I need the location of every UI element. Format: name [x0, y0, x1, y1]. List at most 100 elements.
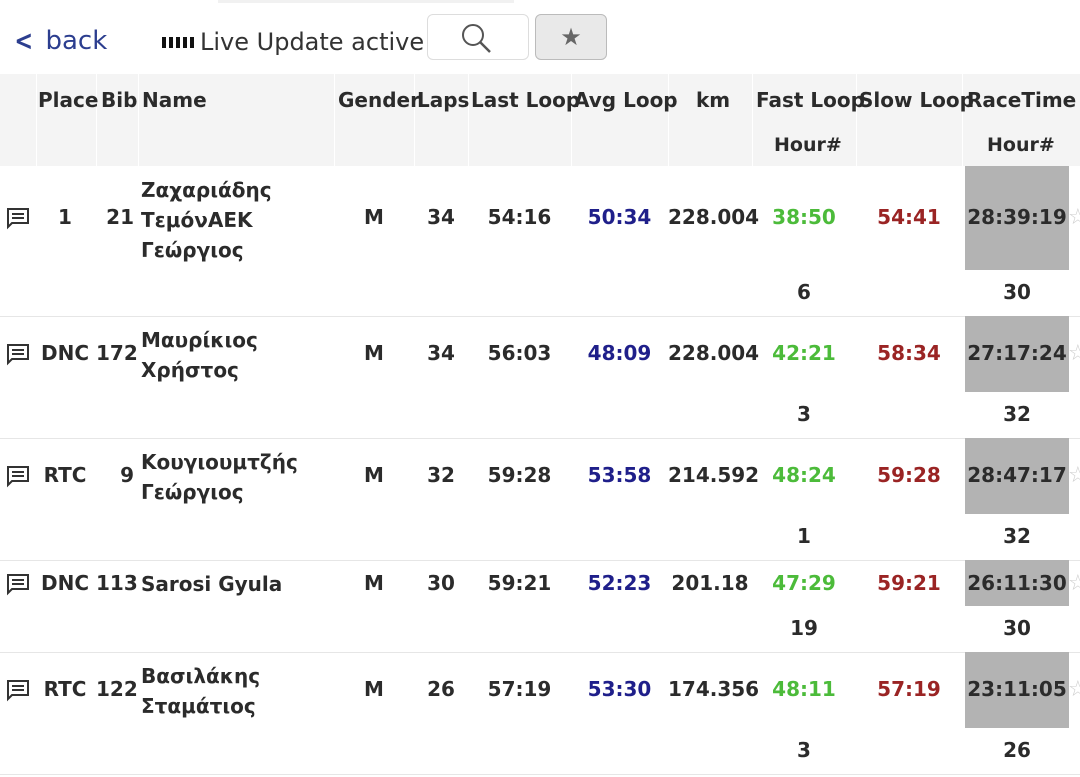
runner-name-line: Μαυρίκιος	[141, 328, 258, 352]
header-last-loop[interactable]: Last Loop	[471, 88, 580, 112]
header-race-time[interactable]: RaceTime	[967, 88, 1076, 112]
race-time-highlight: 28:39:19	[965, 166, 1069, 270]
cell-last-loop: 59:21	[487, 571, 552, 595]
cell-fast-hour: 1	[797, 524, 811, 548]
cell-laps: 32	[427, 463, 455, 487]
race-time-highlight: 27:17:24	[965, 316, 1069, 392]
cell-race-time: 28:47:17	[967, 463, 1067, 487]
search-button[interactable]	[427, 14, 529, 60]
runner-name-line: Γεώργιος	[141, 238, 244, 262]
header-bib[interactable]: Bib	[101, 88, 137, 112]
cell-place: RTC	[43, 463, 87, 487]
runner-name-line: Κουγιουμτζής	[141, 450, 298, 474]
cell-place: DNC	[40, 341, 90, 365]
star-icon[interactable]: ☆	[1068, 341, 1080, 366]
race-time-highlight: 23:11:05	[965, 652, 1069, 728]
runner-name-line: Χρήστος	[141, 358, 239, 382]
table-row[interactable]: RTC 122 Βασιλάκης Σταμάτιος M 26 57:19 53…	[0, 652, 1080, 775]
top-divider	[218, 0, 514, 3]
cell-race-time: 23:11:05	[967, 677, 1067, 701]
cell-gender: M	[364, 205, 384, 229]
cell-race-hour: 30	[1003, 280, 1031, 304]
cell-bib: 113	[96, 571, 138, 595]
runner-name-line: Sarosi Gyula	[141, 572, 283, 596]
chevron-left-icon: <	[14, 24, 34, 57]
runner-name-line: Βασιλάκης	[141, 664, 261, 688]
message-icon[interactable]	[6, 206, 30, 230]
message-icon[interactable]	[6, 342, 30, 366]
header-fast-loop[interactable]: Fast Loop	[756, 88, 865, 112]
cell-bib: 122	[96, 677, 138, 701]
header-avg-loop[interactable]: Avg Loop	[574, 88, 678, 112]
cell-gender: M	[364, 571, 384, 595]
header-fast-hour: Hour#	[774, 134, 842, 156]
cell-slow-loop: 59:21	[877, 571, 941, 595]
runner-name-line: Γεώργιος	[141, 480, 244, 504]
race-time-highlight: 28:47:17	[965, 438, 1069, 514]
cell-bib: 9	[120, 463, 134, 487]
table-row[interactable]: RTC 9 Κουγιουμτζής Γεώργιος M 32 59:28 53…	[0, 438, 1080, 561]
cell-fast-loop: 48:11	[772, 677, 836, 701]
star-icon[interactable]: ☆	[1068, 571, 1080, 596]
cell-race-hour: 30	[1003, 616, 1031, 640]
message-icon[interactable]	[6, 464, 30, 488]
cell-fast-hour: 3	[797, 402, 811, 426]
table-row[interactable]: DNC 172 Μαυρίκιος Χρήστος M 34 56:03 48:0…	[0, 316, 1080, 439]
cell-last-loop: 56:03	[487, 341, 552, 365]
header-race-hour: Hour#	[987, 134, 1055, 156]
table-row[interactable]: DNC 113 Sarosi Gyula M 30 59:21 52:23 20…	[0, 560, 1080, 653]
table-row[interactable]: 1 21 Ζαχαριάδης ΤεμόνΑΕΚ Γεώργιος M 34 54:…	[0, 166, 1080, 317]
cell-avg-loop: 50:34	[587, 205, 652, 229]
header-name[interactable]: Name	[142, 88, 207, 112]
header-gender[interactable]: Gender	[338, 88, 420, 112]
cell-race-hour: 32	[1003, 524, 1031, 548]
cell-avg-loop: 52:23	[587, 571, 652, 595]
cell-slow-loop: 57:19	[877, 677, 941, 701]
race-time-highlight: 26:11:30	[965, 560, 1069, 606]
cell-laps: 34	[427, 341, 455, 365]
message-icon[interactable]	[6, 678, 30, 702]
header-laps[interactable]: Laps	[417, 88, 469, 112]
star-icon[interactable]: ☆	[1068, 205, 1080, 230]
header-slow-loop[interactable]: Slow Loop	[859, 88, 974, 112]
star-icon[interactable]: ☆	[1068, 677, 1080, 702]
cell-race-time: 26:11:30	[967, 571, 1067, 595]
cell-name[interactable]: Μαυρίκιος Χρήστος	[141, 325, 258, 385]
cell-name[interactable]: Ζαχαριάδης ΤεμόνΑΕΚ Γεώργιος	[141, 175, 272, 265]
cell-fast-loop: 38:50	[772, 205, 836, 229]
cell-place: DNC	[40, 571, 90, 595]
favorite-button[interactable]: ★	[535, 14, 607, 60]
top-bar: < back Live Update active ★	[0, 0, 612, 75]
cell-place: 1	[58, 205, 72, 229]
star-icon[interactable]: ☆	[1068, 463, 1080, 488]
cell-avg-loop: 53:30	[587, 677, 652, 701]
cell-gender: M	[364, 463, 384, 487]
header-km[interactable]: km	[696, 88, 730, 112]
cell-km: 214.592	[668, 463, 760, 487]
cell-last-loop: 59:28	[487, 463, 552, 487]
cell-fast-loop: 48:24	[772, 463, 836, 487]
signal-bars-icon	[162, 36, 194, 48]
cell-name[interactable]: Κουγιουμτζής Γεώργιος	[141, 447, 298, 507]
cell-gender: M	[364, 341, 384, 365]
header-place[interactable]: Place	[38, 88, 98, 112]
back-label: back	[45, 25, 108, 56]
star-icon: ★	[560, 23, 582, 51]
cell-laps: 34	[427, 205, 455, 229]
cell-km: 174.356	[668, 677, 760, 701]
cell-race-hour: 26	[1003, 738, 1031, 762]
cell-name[interactable]: Sarosi Gyula	[141, 569, 282, 599]
cell-name[interactable]: Βασιλάκης Σταμάτιος	[141, 661, 260, 721]
cell-km: 201.18	[671, 571, 749, 595]
cell-km: 228.004	[668, 341, 760, 365]
cell-bib: 172	[96, 341, 138, 365]
cell-km: 228.004	[668, 205, 760, 229]
cell-gender: M	[364, 677, 384, 701]
cell-last-loop: 57:19	[487, 677, 552, 701]
cell-avg-loop: 53:58	[587, 463, 652, 487]
cell-slow-loop: 58:34	[877, 341, 941, 365]
back-button[interactable]: < back	[12, 24, 107, 57]
cell-slow-loop: 59:28	[877, 463, 941, 487]
cell-place: RTC	[43, 677, 87, 701]
message-icon[interactable]	[6, 572, 30, 596]
